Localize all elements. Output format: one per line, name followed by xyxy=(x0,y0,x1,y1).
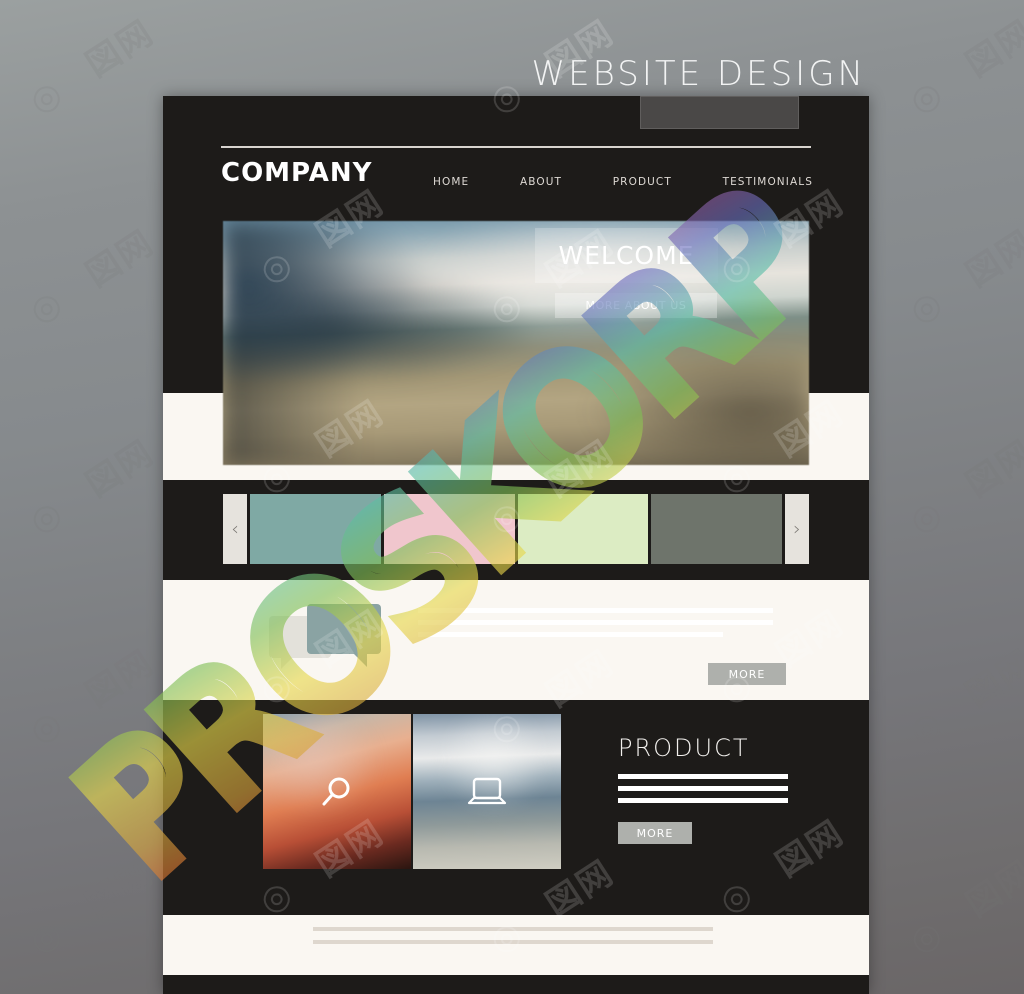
carousel: ‹ › xyxy=(223,494,809,564)
band-dark-foot xyxy=(163,975,869,994)
page-title: WEBSITE DESIGN xyxy=(531,54,866,94)
product-more-label: MORE xyxy=(636,826,674,840)
speech-bubble-front-icon xyxy=(307,604,381,667)
watermark-tile: ◎ 図网 xyxy=(902,222,1024,333)
speech-bubbles-icon xyxy=(269,596,389,676)
carousel-slide-gray[interactable] xyxy=(651,494,782,564)
brand-logo[interactable]: COMPANY xyxy=(221,158,372,188)
watermark-tile: ◎ 図网 xyxy=(22,642,162,753)
text-line xyxy=(618,798,788,803)
magnifier-icon xyxy=(322,777,350,805)
hero-image xyxy=(223,221,809,465)
text-line xyxy=(418,632,724,637)
text-line xyxy=(313,927,713,931)
nav-item-testimonials[interactable]: TESTIMONIALS xyxy=(723,176,813,188)
testimonials-more-button[interactable]: MORE xyxy=(708,663,786,685)
hero-headline: WELCOME xyxy=(558,241,695,270)
testimonials-more-label: MORE xyxy=(728,667,766,681)
watermark-tile: ◎ 図网 xyxy=(902,852,1024,963)
product-image-search[interactable] xyxy=(263,714,411,869)
testimonial-text-placeholder xyxy=(418,608,773,644)
header-divider xyxy=(221,146,811,148)
carousel-prev-button[interactable]: ‹ xyxy=(223,494,247,564)
text-line xyxy=(313,940,713,944)
hero-cta-label: MORE ABOUT US xyxy=(585,299,687,312)
text-line xyxy=(618,774,788,779)
watermark-tile: ◎ 図网 xyxy=(902,642,1024,753)
product-section-title: PRODUCT xyxy=(618,734,750,762)
watermark-tile: ◎ 図网 xyxy=(902,12,1024,123)
main-nav: HOME ABOUT PRODUCT TESTIMONIALS xyxy=(433,176,813,188)
footer-text-placeholder xyxy=(313,927,713,953)
watermark-tile: ◎ 図网 xyxy=(902,432,1024,543)
nav-item-home[interactable]: HOME xyxy=(433,176,469,188)
carousel-slide-teal[interactable] xyxy=(250,494,381,564)
top-overlay-panel xyxy=(640,96,799,129)
hero-headline-panel: WELCOME xyxy=(535,228,718,283)
carousel-slide-green[interactable] xyxy=(517,494,649,564)
laptop-icon xyxy=(467,777,507,804)
watermark-tile: ◎ 図网 xyxy=(22,12,162,123)
product-text-placeholder xyxy=(618,774,788,810)
text-line xyxy=(418,608,773,613)
watermark-tile: ◎ 図网 xyxy=(22,432,162,543)
product-image-laptop[interactable] xyxy=(413,714,561,869)
hero-cta-button[interactable]: MORE ABOUT US xyxy=(555,293,717,318)
carousel-slide-pink[interactable] xyxy=(383,494,515,564)
nav-item-product[interactable]: PRODUCT xyxy=(613,176,672,188)
website-mockup: COMPANY HOME ABOUT PRODUCT TESTIMONIALS … xyxy=(163,96,869,994)
nav-item-about[interactable]: ABOUT xyxy=(520,176,562,188)
watermark-tile: ◎ 図网 xyxy=(22,222,162,333)
text-line xyxy=(618,786,788,791)
product-more-button[interactable]: MORE xyxy=(618,822,692,844)
watermark-tile: ◎ 図网 xyxy=(22,852,162,963)
text-line xyxy=(418,620,773,625)
carousel-next-button[interactable]: › xyxy=(785,494,809,564)
